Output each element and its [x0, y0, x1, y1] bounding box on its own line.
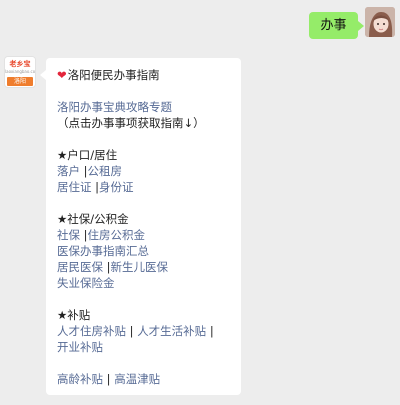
link-newborn-medical-insurance[interactable]: 新生儿医保 — [111, 260, 169, 274]
official-account-avatar[interactable]: 老乡宝 laoxiangbao.com 洛阳 — [5, 57, 35, 87]
heart-icon: ❤ — [57, 68, 67, 82]
link-medical-insurance-guide[interactable]: 医保办事指南汇总 — [57, 244, 149, 258]
link-settle-hukou[interactable]: 落户 — [57, 164, 80, 178]
guide-hint-text: （点击办事事项获取指南↓） — [57, 116, 205, 130]
link-high-temperature-allowance[interactable]: 高温津贴 — [114, 372, 160, 386]
section-heading-subsidy: ★补贴 — [57, 308, 91, 322]
link-resident-medical-insurance[interactable]: 居民医保 — [57, 260, 103, 274]
laoxiangbao-logo: 老乡宝 laoxiangbao.com — [5, 57, 35, 77]
link-id-card[interactable]: 身份证 — [99, 180, 134, 194]
link-elderly-subsidy[interactable]: 高龄补贴 — [57, 372, 103, 386]
guide-topic-link[interactable]: 洛阳办事宝典攻略专题 — [57, 100, 172, 114]
link-unemployment-insurance[interactable]: 失业保险金 — [57, 276, 115, 290]
link-public-rental-housing[interactable]: 公租房 — [88, 164, 123, 178]
link-housing-fund[interactable]: 住房公积金 — [88, 228, 146, 242]
link-residence-permit[interactable]: 居住证 — [57, 180, 92, 194]
received-message-bubble: ❤洛阳便民办事指南 洛阳办事宝典攻略专题 （点击办事事项获取指南↓） ★户口/居… — [40, 58, 241, 395]
logo-brand-name: 老乡宝 — [9, 60, 31, 68]
logo-city-badge: 洛阳 — [7, 77, 33, 86]
link-talent-living-subsidy[interactable]: 人才生活补贴 — [137, 324, 206, 338]
logo-domain: laoxiangbao.com — [5, 69, 35, 74]
link-business-opening-subsidy[interactable]: 开业补贴 — [57, 340, 103, 354]
section-heading-residence: ★户口/居住 — [57, 148, 118, 162]
message-title-line: ❤洛阳便民办事指南 — [57, 67, 231, 83]
sent-message-bubble[interactable]: 办事 — [309, 12, 364, 39]
section-heading-social-security: ★社保/公积金 — [57, 212, 129, 226]
user-avatar-image — [365, 7, 395, 37]
link-social-security[interactable]: 社保 — [57, 228, 80, 242]
link-talent-housing-subsidy[interactable]: 人才住房补贴 — [57, 324, 126, 338]
message-title: 洛阳便民办事指南 — [67, 68, 160, 82]
user-avatar[interactable] — [365, 7, 395, 37]
